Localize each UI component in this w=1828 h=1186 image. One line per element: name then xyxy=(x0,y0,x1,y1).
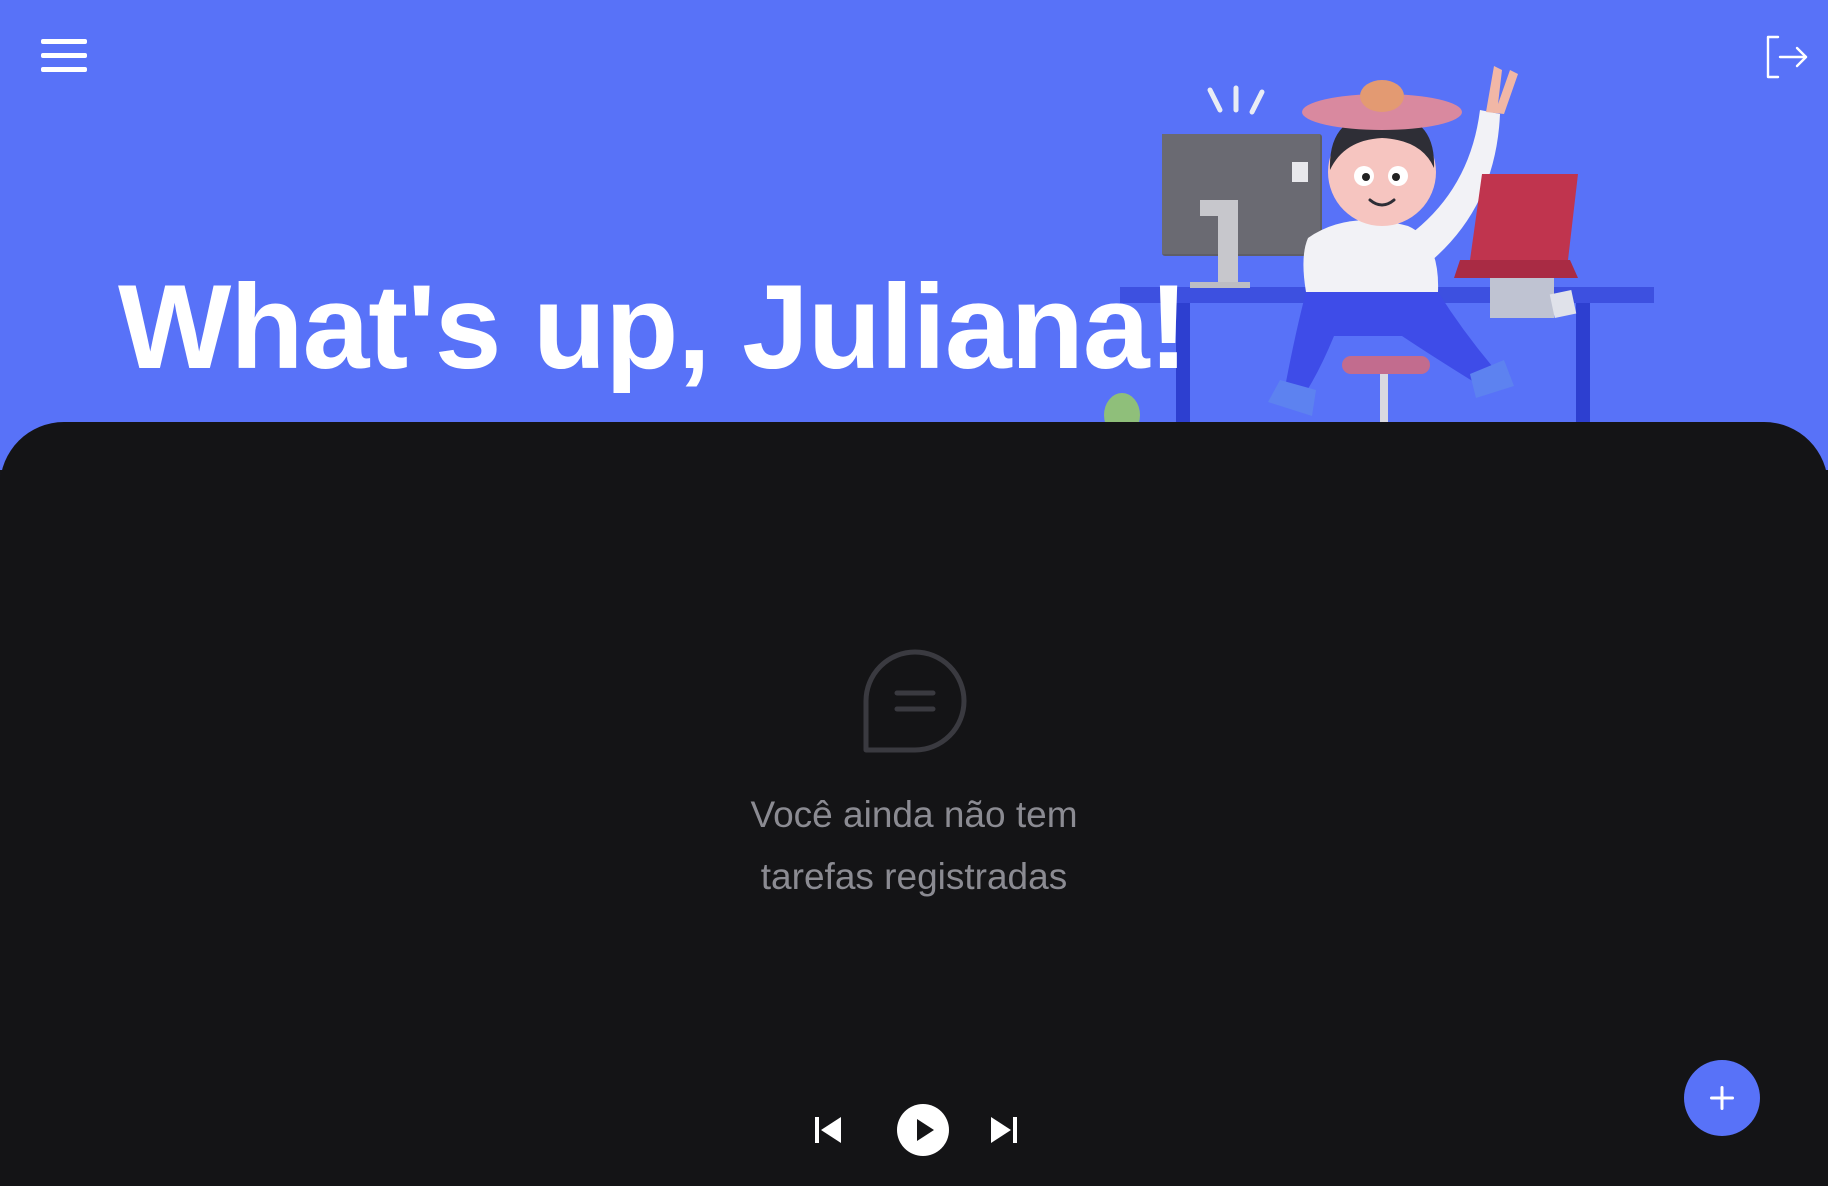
skip-previous-icon xyxy=(815,1117,841,1143)
hero-header: What's up, Juliana! xyxy=(0,0,1828,470)
hamburger-menu-icon xyxy=(41,39,87,72)
skip-next-icon xyxy=(991,1117,1017,1143)
menu-button[interactable] xyxy=(36,34,92,78)
empty-state-line-2: tarefas registradas xyxy=(760,856,1068,897)
add-task-button[interactable] xyxy=(1684,1060,1760,1136)
greeting-title: What's up, Juliana! xyxy=(118,260,1189,394)
chat-bubble-icon xyxy=(862,648,968,754)
empty-state-line-1: Você ainda não tem xyxy=(750,794,1078,835)
media-player-controls xyxy=(808,1100,1028,1160)
play-button[interactable] xyxy=(897,1104,949,1156)
plus-icon xyxy=(1710,1086,1734,1110)
sign-out-icon xyxy=(1766,35,1808,79)
previous-button[interactable] xyxy=(812,1114,844,1146)
next-button[interactable] xyxy=(988,1114,1020,1146)
empty-state-message: Você ainda não tem tarefas registradas xyxy=(614,784,1214,908)
logout-button[interactable] xyxy=(1762,32,1812,82)
play-icon xyxy=(917,1119,934,1141)
